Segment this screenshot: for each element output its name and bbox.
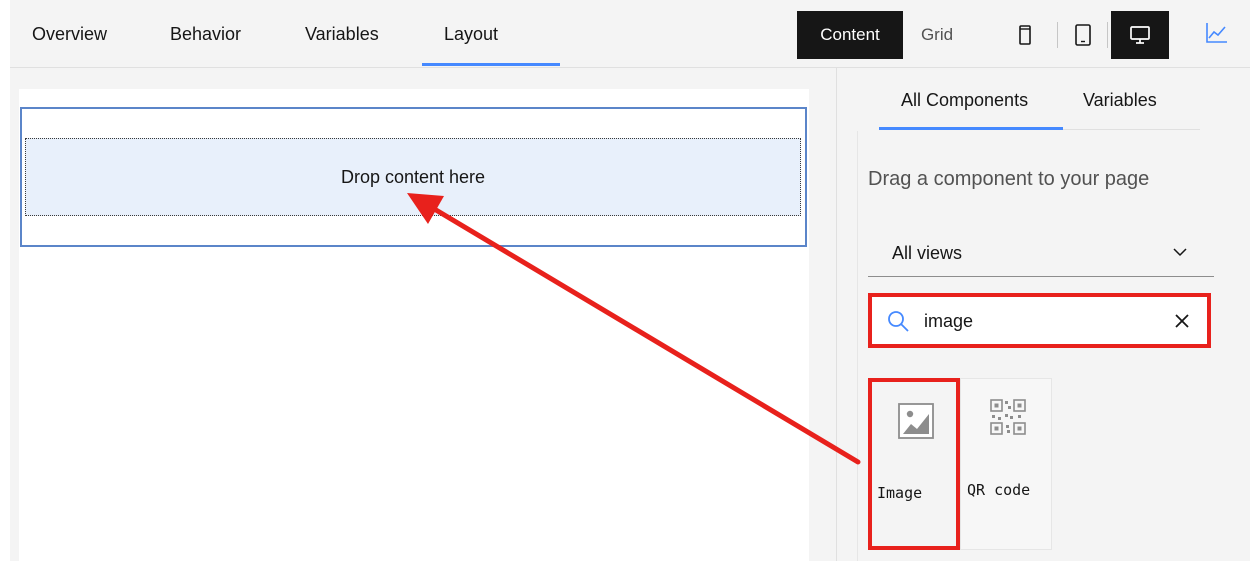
chevron-down-icon	[1173, 248, 1187, 257]
device-separator	[1057, 22, 1058, 48]
panel-tab-divider	[1063, 129, 1200, 130]
drop-zone-label: Drop content here	[340, 166, 486, 187]
mobile-icon	[1019, 25, 1031, 45]
tablet-view-button[interactable]	[1061, 11, 1105, 59]
line-chart-icon[interactable]	[1204, 20, 1230, 46]
drop-zone[interactable]: Drop content here	[25, 138, 801, 216]
content-view-button[interactable]: Content	[797, 11, 903, 59]
search-icon	[888, 311, 909, 332]
tab-active-indicator	[422, 63, 560, 66]
qr-code-icon	[990, 399, 1026, 435]
component-tile-qr-code[interactable]: QR code	[960, 378, 1052, 550]
panel-tab-active-indicator	[879, 127, 1063, 130]
image-icon	[898, 403, 934, 439]
grid-view-button[interactable]: Grid	[903, 11, 971, 59]
views-filter-value: All views	[892, 242, 963, 263]
close-icon[interactable]	[1171, 310, 1193, 332]
component-label: QR code	[967, 481, 1031, 499]
search-input[interactable]	[924, 305, 1154, 337]
component-search	[868, 293, 1211, 348]
mobile-view-button[interactable]	[1003, 11, 1047, 59]
tablet-icon	[1075, 24, 1091, 46]
panel-tab-variables[interactable]: Variables	[1083, 70, 1157, 130]
desktop-icon	[1130, 26, 1150, 44]
panel-hint: Drag a component to your page	[868, 168, 1150, 190]
component-label: Image	[877, 484, 923, 502]
tab-variables[interactable]: Variables	[305, 0, 379, 68]
panel-tab-all-components[interactable]: All Components	[901, 70, 1028, 130]
tab-behavior[interactable]: Behavior	[170, 0, 241, 68]
device-separator	[1107, 22, 1108, 48]
desktop-view-button[interactable]	[1111, 11, 1169, 59]
views-filter-select[interactable]: All views	[868, 230, 1214, 277]
component-tile-image[interactable]: Image	[868, 378, 960, 550]
tab-overview[interactable]: Overview	[32, 0, 107, 68]
tab-layout[interactable]: Layout	[444, 0, 498, 68]
